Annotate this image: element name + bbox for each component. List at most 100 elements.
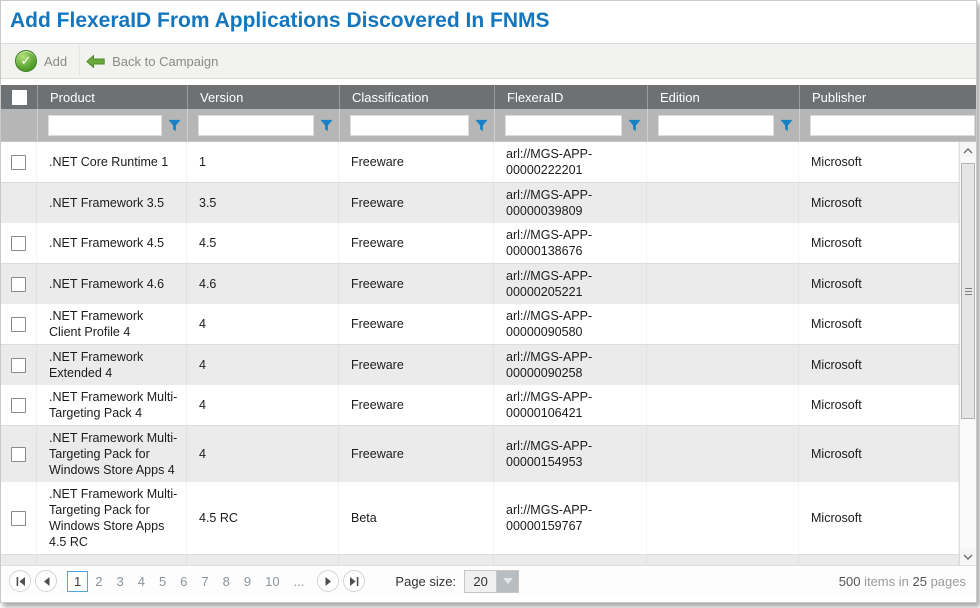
page-number-10[interactable]: 10 bbox=[258, 572, 286, 591]
cell-edition bbox=[647, 142, 799, 182]
cell-flexeraid: arl://MGS-APP-00000039809 bbox=[494, 183, 647, 223]
row-checkbox[interactable] bbox=[11, 358, 26, 373]
row-checkbox[interactable] bbox=[11, 317, 26, 332]
filter-input-publisher[interactable] bbox=[810, 115, 975, 136]
cell-flexeraid: arl://MGS-APP-00000138676 bbox=[494, 223, 647, 263]
row-checkbox-cell bbox=[1, 385, 37, 425]
filter-input-classification[interactable] bbox=[350, 115, 469, 136]
scroll-down-icon[interactable] bbox=[960, 548, 976, 565]
cell-product: .NET Core Runtime 1 bbox=[37, 142, 187, 182]
cell-edition bbox=[647, 482, 799, 554]
page-number-3[interactable]: 3 bbox=[109, 572, 130, 591]
cell-product: .NET Framework 4.5 bbox=[37, 223, 187, 263]
table-row[interactable]: .NET Framework 4.5 4.5 Freeware arl://MG… bbox=[1, 223, 959, 264]
row-checkbox-cell bbox=[1, 482, 37, 554]
cell-product: .NET Framework 3.5 bbox=[37, 183, 187, 223]
cell-publisher: Microsoft bbox=[799, 304, 959, 344]
page-size-select[interactable]: 20 bbox=[464, 570, 519, 593]
cell-publisher: Microsoft bbox=[799, 426, 959, 482]
row-checkbox[interactable] bbox=[11, 511, 26, 526]
cell-version: 4 bbox=[187, 426, 339, 482]
cell-classification: Freeware bbox=[339, 264, 494, 304]
row-checkbox[interactable] bbox=[11, 447, 26, 462]
row-checkbox[interactable] bbox=[11, 398, 26, 413]
column-header-product[interactable]: Product bbox=[37, 85, 187, 109]
filter-input-edition[interactable] bbox=[658, 115, 774, 136]
back-to-campaign-button[interactable]: Back to Campaign bbox=[79, 46, 230, 76]
page-number-1[interactable]: 1 bbox=[67, 571, 88, 592]
page-number-4[interactable]: 4 bbox=[131, 572, 152, 591]
grid-header-row: Product Version Classification FlexeraID… bbox=[1, 85, 976, 109]
table-row[interactable]: .NET Framework 4.6 4.6 Freeware arl://MG… bbox=[1, 264, 959, 304]
page-number-...[interactable]: ... bbox=[287, 572, 312, 591]
page-number-6[interactable]: 6 bbox=[173, 572, 194, 591]
funnel-icon[interactable] bbox=[780, 119, 793, 132]
cell-flexeraid: arl://MGS-APP-00000159767 bbox=[494, 482, 647, 554]
page-size-label: Page size: bbox=[395, 574, 456, 589]
table-row[interactable]: .NET Framework Multi-Targeting Pack for … bbox=[1, 482, 959, 555]
filter-input-flexeraid[interactable] bbox=[505, 115, 622, 136]
filter-input-version[interactable] bbox=[198, 115, 314, 136]
funnel-icon[interactable] bbox=[168, 119, 181, 132]
pager-next-button[interactable] bbox=[317, 570, 339, 592]
table-row[interactable]: .NET Framework Multi-Targeting Pack 4 4 … bbox=[1, 385, 959, 426]
select-all-checkbox[interactable] bbox=[12, 90, 27, 105]
row-checkbox[interactable] bbox=[11, 236, 26, 251]
filter-input-product[interactable] bbox=[48, 115, 162, 136]
column-header-publisher[interactable]: Publisher bbox=[799, 85, 976, 109]
pages-text: pages bbox=[931, 574, 966, 589]
cell-classification: Freeware bbox=[339, 385, 494, 425]
cell-publisher: Microsoft bbox=[799, 482, 959, 554]
table-row[interactable]: .NET Framework 3.5 3.5 Freeware arl://MG… bbox=[1, 183, 959, 223]
toolbar: ✓ Add Back to Campaign bbox=[1, 43, 976, 79]
row-checkbox-cell bbox=[1, 142, 37, 182]
table-row[interactable]: arl://MGS bbox=[1, 555, 959, 565]
cell-edition bbox=[647, 304, 799, 344]
filter-cell-version bbox=[187, 109, 339, 141]
funnel-icon[interactable] bbox=[628, 119, 641, 132]
cell-publisher: Microsoft bbox=[799, 223, 959, 263]
cell-flexeraid: arl://MGS-APP-00000154953 bbox=[494, 426, 647, 482]
chevron-down-icon[interactable] bbox=[497, 571, 518, 592]
funnel-icon[interactable] bbox=[320, 119, 333, 132]
pager-status: 500 items in 25 pages bbox=[839, 574, 966, 589]
pager-last-button[interactable] bbox=[343, 570, 365, 592]
page-number-9[interactable]: 9 bbox=[237, 572, 258, 591]
funnel-icon[interactable] bbox=[475, 119, 488, 132]
cell-version: 4 bbox=[187, 345, 339, 385]
table-row[interactable]: .NET Core Runtime 1 1 Freeware arl://MGS… bbox=[1, 142, 959, 183]
row-checkbox[interactable] bbox=[11, 277, 26, 292]
pager-pages: 12345678910... bbox=[67, 571, 311, 592]
column-header-version[interactable]: Version bbox=[187, 85, 339, 109]
column-header-edition[interactable]: Edition bbox=[647, 85, 799, 109]
pager: 12345678910... Page size: 20 500 items i… bbox=[1, 565, 976, 596]
cell-flexeraid: arl://MGS-APP-00000090580 bbox=[494, 304, 647, 344]
pager-first-button[interactable] bbox=[9, 570, 31, 592]
column-header-classification[interactable]: Classification bbox=[339, 85, 494, 109]
page-number-7[interactable]: 7 bbox=[194, 572, 215, 591]
column-header-flexeraid[interactable]: FlexeraID bbox=[494, 85, 647, 109]
cell-version: 4 bbox=[187, 304, 339, 344]
cell-edition bbox=[647, 345, 799, 385]
grip-icon bbox=[965, 288, 972, 295]
page-number-5[interactable]: 5 bbox=[152, 572, 173, 591]
pager-prev-button[interactable] bbox=[35, 570, 57, 592]
grid-body: .NET Core Runtime 1 1 Freeware arl://MGS… bbox=[1, 141, 976, 565]
grid-filter-row bbox=[1, 109, 976, 141]
back-button-label: Back to Campaign bbox=[112, 54, 218, 69]
scrollbar-thumb[interactable] bbox=[961, 163, 975, 419]
table-row[interactable]: .NET Framework Multi-Targeting Pack for … bbox=[1, 426, 959, 482]
cell-classification: Freeware bbox=[339, 183, 494, 223]
cell-publisher: Microsoft bbox=[799, 345, 959, 385]
vertical-scrollbar[interactable] bbox=[959, 142, 976, 565]
cell-product: .NET Framework 4.6 bbox=[37, 264, 187, 304]
cell-edition bbox=[647, 183, 799, 223]
scroll-up-icon[interactable] bbox=[960, 142, 976, 159]
page-number-2[interactable]: 2 bbox=[88, 572, 109, 591]
table-row[interactable]: .NET Framework Extended 4 4 Freeware arl… bbox=[1, 345, 959, 385]
table-row[interactable]: .NET Framework Client Profile 4 4 Freewa… bbox=[1, 304, 959, 345]
page-number-8[interactable]: 8 bbox=[216, 572, 237, 591]
add-button[interactable]: ✓ Add bbox=[9, 46, 79, 76]
row-checkbox[interactable] bbox=[11, 155, 26, 170]
cell-product: .NET Framework Multi-Targeting Pack 4 bbox=[37, 385, 187, 425]
